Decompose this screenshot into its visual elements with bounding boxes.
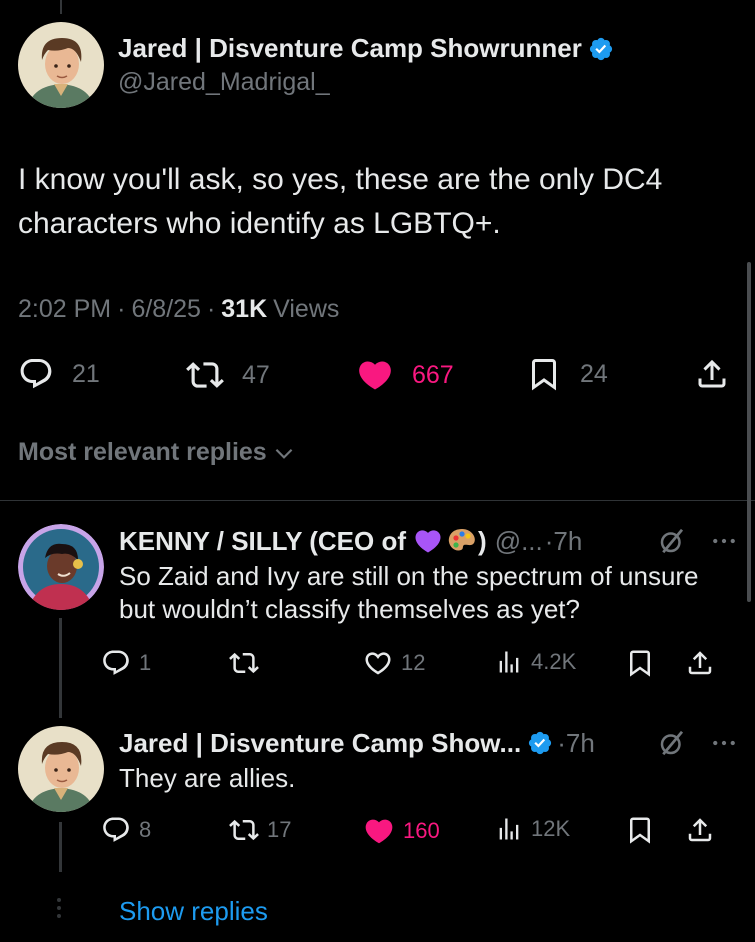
thread-connector-top: [60, 0, 62, 14]
bookmark-button[interactable]: [625, 815, 655, 845]
chevron-down-icon: [275, 448, 293, 459]
divider: [0, 500, 755, 501]
reply-sort-dropdown[interactable]: Most relevant replies: [18, 438, 297, 467]
meta-separator: ·: [206, 295, 216, 323]
reply-time[interactable]: ·7h: [557, 728, 595, 759]
grok-icon[interactable]: [657, 728, 687, 758]
reply-icon: [103, 817, 129, 842]
share-button[interactable]: [694, 356, 730, 392]
reply-author-name[interactable]: KENNY / SILLY (CEO of: [119, 526, 406, 557]
views-button[interactable]: 4.2K: [495, 648, 576, 676]
share-button[interactable]: [685, 648, 715, 678]
reply-author-name-suffix: ): [478, 525, 487, 556]
bookmark-count: 24: [580, 359, 608, 388]
share-icon: [698, 359, 726, 388]
reply-button[interactable]: 1: [101, 648, 151, 678]
bookmark-button[interactable]: 24: [526, 356, 608, 392]
heart-outline-icon: [365, 652, 391, 675]
verified-badge-icon: [529, 731, 552, 755]
reply-button[interactable]: 8: [101, 815, 151, 845]
tweet-action-bar: 21 47 667 24: [18, 356, 733, 396]
reply-action-bar: 1 12 4.2K: [101, 648, 721, 678]
meta-separator: ·: [117, 295, 126, 323]
reply-author-avatar[interactable]: [18, 726, 104, 812]
like-count: 160: [403, 818, 440, 843]
reply-time[interactable]: ·7h: [545, 526, 583, 557]
views-chart-icon: [499, 651, 519, 673]
grok-icon[interactable]: [657, 526, 687, 556]
views-count: 12K: [531, 816, 571, 841]
repost-button[interactable]: 17: [229, 815, 291, 845]
repost-icon: [229, 819, 259, 841]
scrollbar[interactable]: [747, 262, 751, 602]
reply-text: They are allies.: [119, 763, 296, 793]
like-count: 667: [412, 360, 454, 389]
reply-action-bar: 8 17 160 12K: [101, 815, 721, 845]
main-tweet-header: Jared | Disventure Camp Showrunner @Jare…: [18, 22, 614, 108]
purple-heart-icon: [415, 530, 441, 553]
bookmark-icon: [630, 817, 650, 844]
author-name[interactable]: Jared | Disventure Camp Showrunner: [118, 33, 582, 64]
author-handle[interactable]: @Jared_Madrigal_: [118, 68, 614, 97]
sort-label: Most relevant replies: [18, 438, 267, 466]
more-options-icon[interactable]: [709, 526, 739, 556]
tweet-date[interactable]: 6/8/25: [131, 295, 201, 324]
reply-count: 21: [72, 359, 100, 388]
share-icon: [688, 818, 712, 842]
heart-filled-icon: [359, 361, 391, 390]
repost-count: 47: [242, 360, 270, 389]
bookmark-button[interactable]: [625, 648, 655, 678]
thread-connector: [59, 822, 62, 872]
share-icon: [688, 651, 712, 675]
reply-count: 1: [139, 650, 152, 675]
like-button[interactable]: 667: [356, 356, 454, 394]
reply-icon: [103, 650, 129, 675]
repost-button[interactable]: 47: [186, 356, 270, 394]
share-button[interactable]: [685, 815, 715, 845]
author-avatar[interactable]: [18, 22, 104, 108]
repost-count: 17: [267, 817, 292, 842]
reply-count: 8: [139, 817, 152, 842]
heart-filled-icon: [365, 819, 393, 844]
reply-author-name[interactable]: Jared | Disventure Camp Show...: [119, 728, 521, 759]
more-options-icon[interactable]: [709, 728, 739, 758]
reply-text: So Zaid and Ivy are still on the spectru…: [119, 561, 699, 624]
tweet-text: I know you'll ask, so yes, these are the…: [18, 163, 663, 240]
like-button[interactable]: 160: [363, 815, 440, 847]
thread-dots: [57, 898, 61, 918]
bookmark-icon: [532, 359, 556, 391]
artist-palette-icon: [448, 529, 475, 551]
reply-author-avatar[interactable]: [18, 524, 104, 610]
tweet-meta: 2:02 PM · 6/8/25 · 31K Views: [18, 295, 339, 324]
views-count: 4.2K: [531, 649, 577, 674]
thread-connector: [59, 618, 62, 718]
bookmark-icon: [630, 650, 650, 677]
verified-badge-icon: [589, 37, 612, 60]
repost-button[interactable]: [229, 648, 259, 678]
tweet-time[interactable]: 2:02 PM: [18, 295, 111, 324]
views-chart-icon: [499, 818, 519, 840]
reply-icon: [20, 359, 52, 389]
reply-author-handle[interactable]: @...: [495, 526, 543, 557]
views-button[interactable]: 12K: [495, 815, 570, 843]
views-label: Views: [273, 295, 340, 323]
repost-icon: [186, 362, 224, 388]
reply-button[interactable]: 21: [18, 356, 100, 392]
like-count: 12: [401, 650, 426, 675]
repost-icon: [229, 652, 259, 674]
views-count: 31K: [221, 295, 268, 323]
like-button[interactable]: 12: [363, 648, 425, 678]
show-replies-link[interactable]: Show replies: [119, 896, 268, 927]
